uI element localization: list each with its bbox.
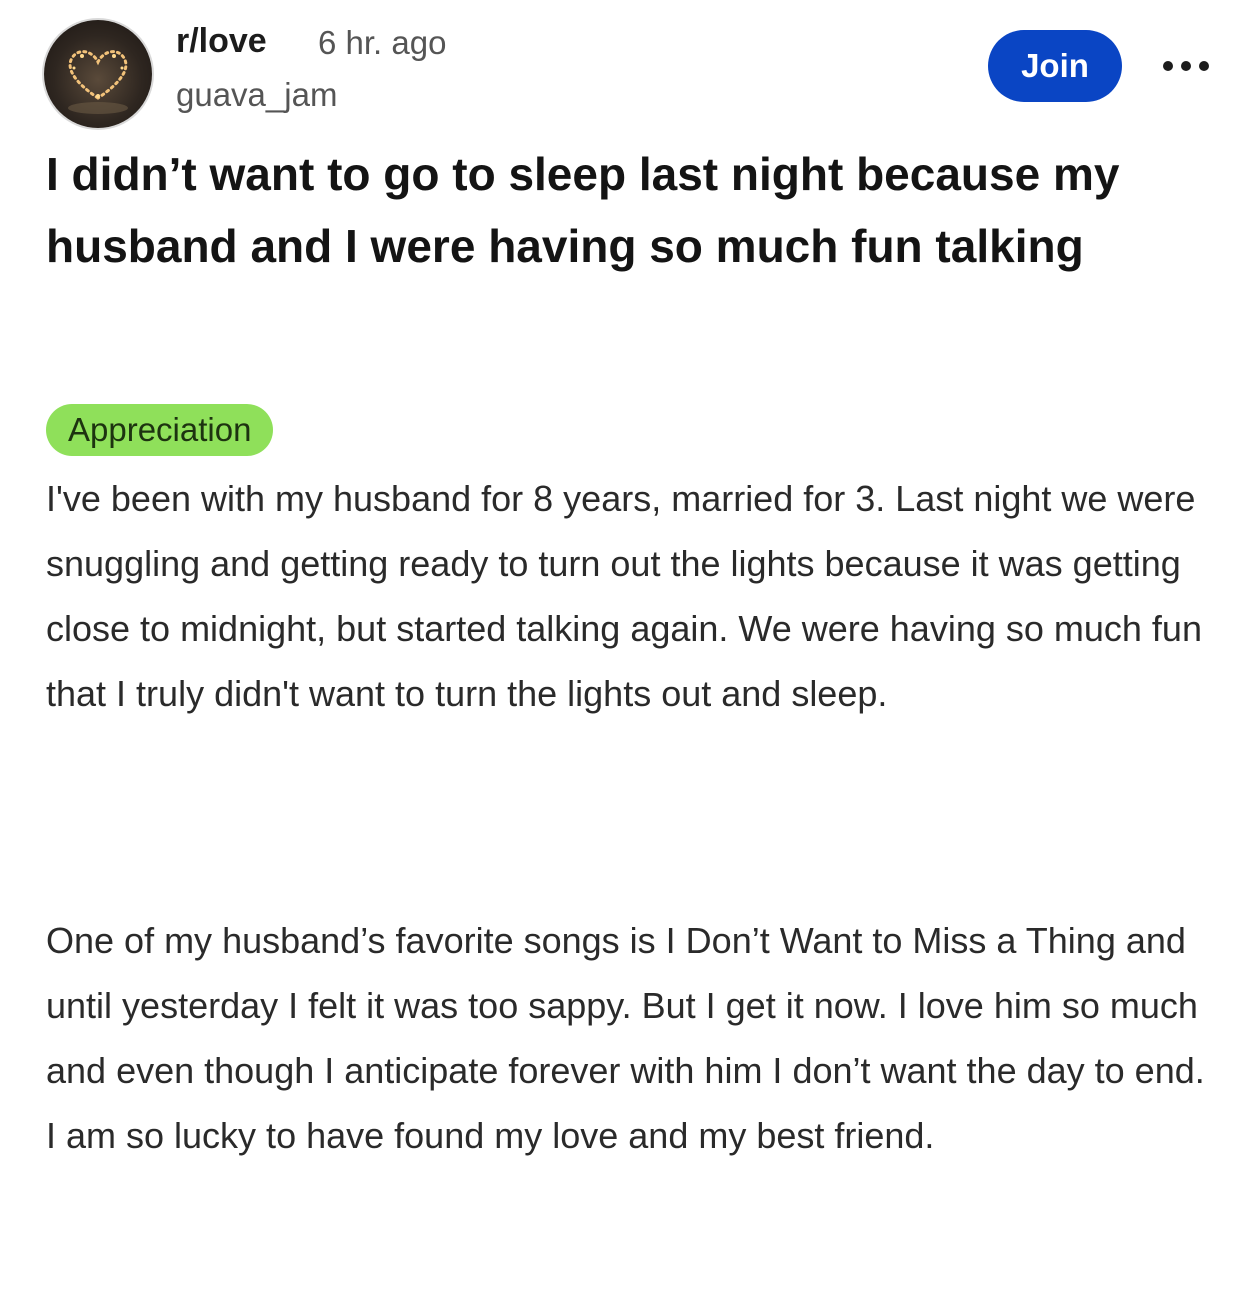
more-horizontal-icon [1163,61,1209,71]
join-button[interactable]: Join [988,30,1122,102]
more-options-button[interactable] [1158,48,1214,84]
subreddit-avatar[interactable] [44,20,152,128]
reddit-post: r/love 6 hr. ago guava_jam Join I didn’t… [0,0,1245,1298]
post-time: 6 hr. ago [318,24,447,61]
subreddit-name[interactable]: r/love [176,22,267,61]
post-body-paragraph: One of my husband’s favorite songs is I … [46,920,1205,1156]
post-body-paragraph: I've been with my husband for 8 years, m… [46,478,1202,714]
author-username[interactable]: guava_jam [176,76,337,114]
heart-lights-icon [68,50,128,114]
post-flair[interactable]: Appreciation [46,404,274,456]
post-title[interactable]: I didn’t want to go to sleep last night … [46,138,1206,282]
